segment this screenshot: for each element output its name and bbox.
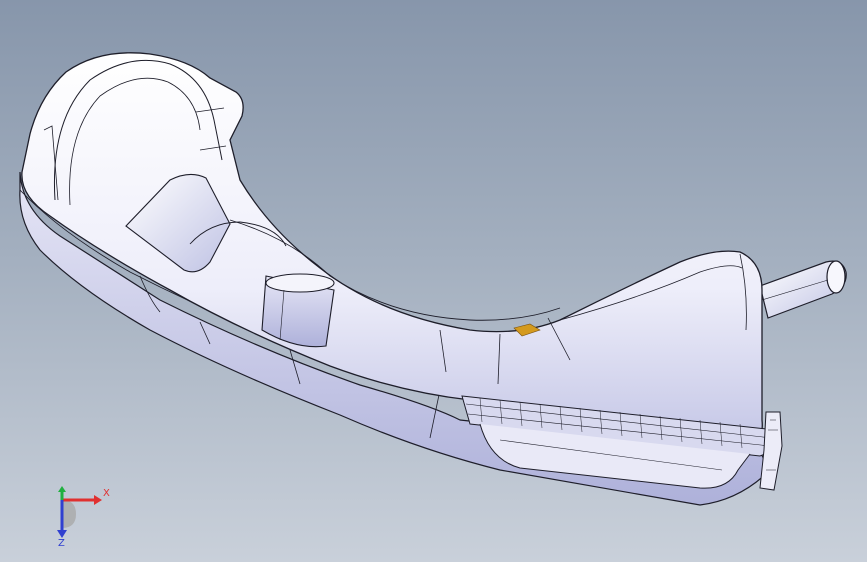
cad-graphics-viewport[interactable]: X Z (0, 0, 867, 562)
x-axis-arrow-icon (94, 495, 102, 505)
outlet-tube[interactable] (759, 260, 847, 319)
cylinder-boss[interactable] (261, 273, 335, 348)
coordinate-triad: X Z (40, 478, 120, 549)
main-housing-body[interactable] (21, 52, 763, 445)
3d-part-model[interactable] (0, 0, 867, 562)
y-axis-arrow-icon (58, 486, 66, 492)
z-axis-arrow-icon (57, 530, 67, 538)
z-axis-label: Z (58, 538, 65, 548)
x-axis-label: X (103, 488, 110, 499)
triad-plane-shading (62, 500, 76, 528)
